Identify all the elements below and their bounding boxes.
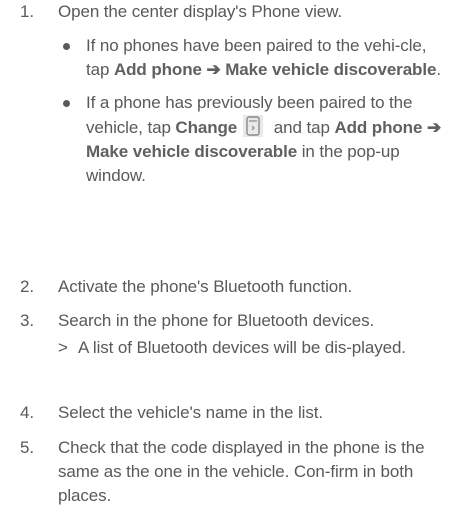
step-3: 3. Search in the phone for Bluetooth dev… [0, 309, 449, 360]
step-1: 1. Open the center display's Phone view.… [0, 0, 449, 197]
add-phone-label: Add phone [334, 118, 423, 137]
bullet-dot [63, 43, 70, 50]
step-number: 3. [20, 311, 34, 330]
step-2: 2. Activate the phone's Bluetooth functi… [0, 275, 449, 299]
step-4: 4. Select the vehicle's name in the list… [0, 401, 449, 425]
bullet-item-no-phones: If no phones have been paired to the veh… [58, 34, 449, 82]
bullet-list: If no phones have been paired to the veh… [58, 34, 449, 188]
step-text: Check that the code displayed in the pho… [58, 438, 425, 505]
step-number: 1. [20, 2, 34, 21]
make-discoverable-label: Make vehicle discoverable [225, 60, 437, 79]
bullet-text-mid: and tap [269, 118, 335, 137]
make-discoverable-label: Make vehicle discoverable [86, 142, 298, 161]
step-text: Select the vehicle's name in the list. [58, 403, 323, 422]
change-label: Change [175, 118, 238, 137]
step-number: 2. [20, 277, 34, 296]
bullet-text-end: . [436, 60, 441, 79]
result-text: A list of Bluetooth devices will be dis-… [78, 338, 406, 357]
step-number: 5. [20, 438, 34, 457]
add-phone-label: Add phone [113, 60, 202, 79]
step-text: Search in the phone for Bluetooth device… [58, 311, 375, 330]
phone-change-icon [243, 115, 264, 137]
bullet-dot [63, 100, 70, 107]
arrow-icon: ➔ [206, 60, 221, 79]
step-number: 4. [20, 403, 34, 422]
step-text: Open the center display's Phone view. [58, 2, 342, 21]
step-5: 5. Check that the code displayed in the … [0, 436, 449, 508]
step-result: > A list of Bluetooth devices will be di… [58, 336, 449, 360]
result-marker: > [58, 338, 68, 357]
bullet-item-previously-paired: If a phone has previously been paired to… [58, 91, 449, 188]
step-text: Activate the phone's Bluetooth function. [58, 277, 353, 296]
arrow-icon: ➔ [426, 118, 442, 137]
